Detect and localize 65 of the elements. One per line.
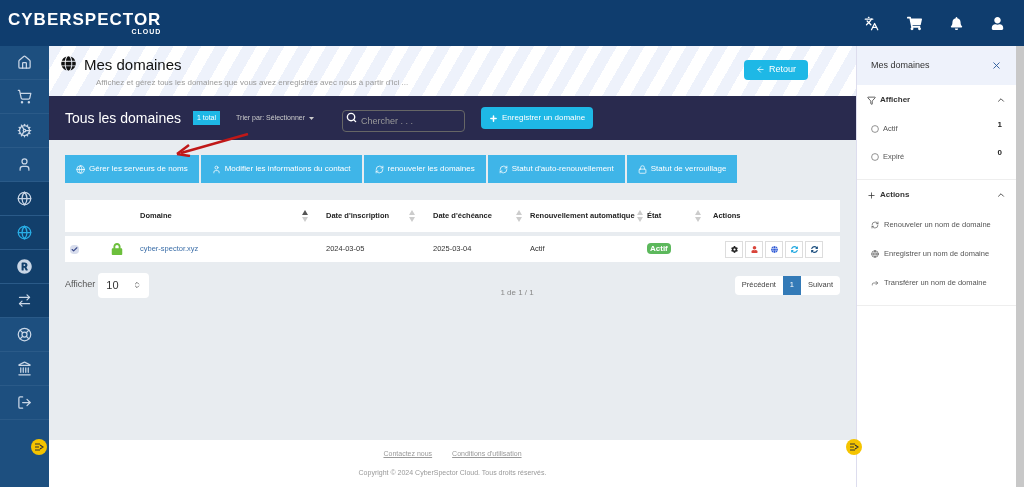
home-icon: [17, 55, 32, 70]
radio-button[interactable]: [871, 153, 879, 161]
globe-icon: [17, 191, 32, 206]
collapse-toggle-icon[interactable]: [31, 439, 47, 455]
arrow-left-icon: [756, 65, 765, 75]
refresh-icon: [790, 245, 798, 253]
show-label: Afficher: [65, 278, 96, 292]
lock-icon: [111, 243, 123, 255]
cart-icon: [17, 89, 32, 104]
search-icon: [346, 112, 358, 123]
logout-icon: [17, 395, 32, 410]
close-icon[interactable]: [991, 60, 1002, 71]
row-action-button[interactable]: [805, 240, 823, 258]
lock-icon: [637, 164, 647, 174]
bank-icon: [17, 361, 32, 376]
status-badge: Actif: [647, 243, 671, 254]
notification-icon[interactable]: [950, 16, 963, 30]
filter-icon: [867, 95, 876, 105]
gear-icon: [730, 245, 738, 253]
sidebar-item[interactable]: [0, 250, 49, 284]
caret-icon: [309, 116, 315, 120]
section-header[interactable]: Actions: [857, 180, 1016, 210]
refresh-icon: [871, 220, 879, 229]
globe-icon: [770, 245, 778, 253]
count: 1: [997, 119, 1002, 131]
user-icon: [17, 157, 32, 172]
sort-icon[interactable]: [302, 210, 308, 222]
panel-title: Mes domaines: [871, 58, 930, 72]
refresh-icon: [810, 245, 818, 253]
page-subtitle: Affichez et gérez tous les domaines que vous avez enregistrés avec nous à partir d'ici ...: [96, 76, 409, 89]
scrollbar[interactable]: [1016, 46, 1024, 487]
globe-icon: [61, 56, 76, 71]
refresh-icon: [374, 164, 384, 174]
user-icon: [750, 245, 758, 253]
plus-icon: [867, 190, 876, 200]
registered-icon: [17, 259, 32, 274]
section-title: Tous les domaines: [65, 108, 181, 128]
page-summary: 1 de 1 / 1: [500, 287, 534, 299]
refresh-icon: [498, 164, 508, 174]
sidebar-item[interactable]: [0, 182, 49, 216]
sidebar-item[interactable]: [0, 216, 49, 250]
page-title: Mes domaines: [84, 55, 183, 75]
section-header[interactable]: Afficher: [857, 85, 1016, 115]
chevron-icon: [996, 95, 1006, 105]
plus-icon: [489, 113, 499, 123]
globe-icon: [17, 225, 32, 240]
row-action-button[interactable]: [725, 240, 743, 258]
share-arrow-icon: [871, 278, 879, 287]
lifebuoy-icon: [17, 327, 32, 342]
radio-button[interactable]: [871, 125, 879, 133]
row-checkbox[interactable]: [70, 244, 79, 254]
user-icon[interactable]: [991, 16, 1004, 30]
collapse-toggle-icon[interactable]: [846, 439, 862, 455]
transfer-icon: [17, 293, 32, 308]
gears-icon: [17, 123, 32, 138]
search-field[interactable]: Chercher . . .: [342, 110, 466, 132]
cart-icon[interactable]: [907, 15, 922, 31]
chevron-icon: [996, 190, 1006, 200]
globe-icon: [76, 164, 85, 174]
page-size-select[interactable]: 10: [98, 272, 150, 298]
user-icon: [211, 164, 221, 174]
updown-icon: [133, 281, 142, 289]
language-icon[interactable]: [864, 15, 879, 31]
globe-icon: [871, 249, 879, 258]
count: 0: [997, 147, 1002, 159]
